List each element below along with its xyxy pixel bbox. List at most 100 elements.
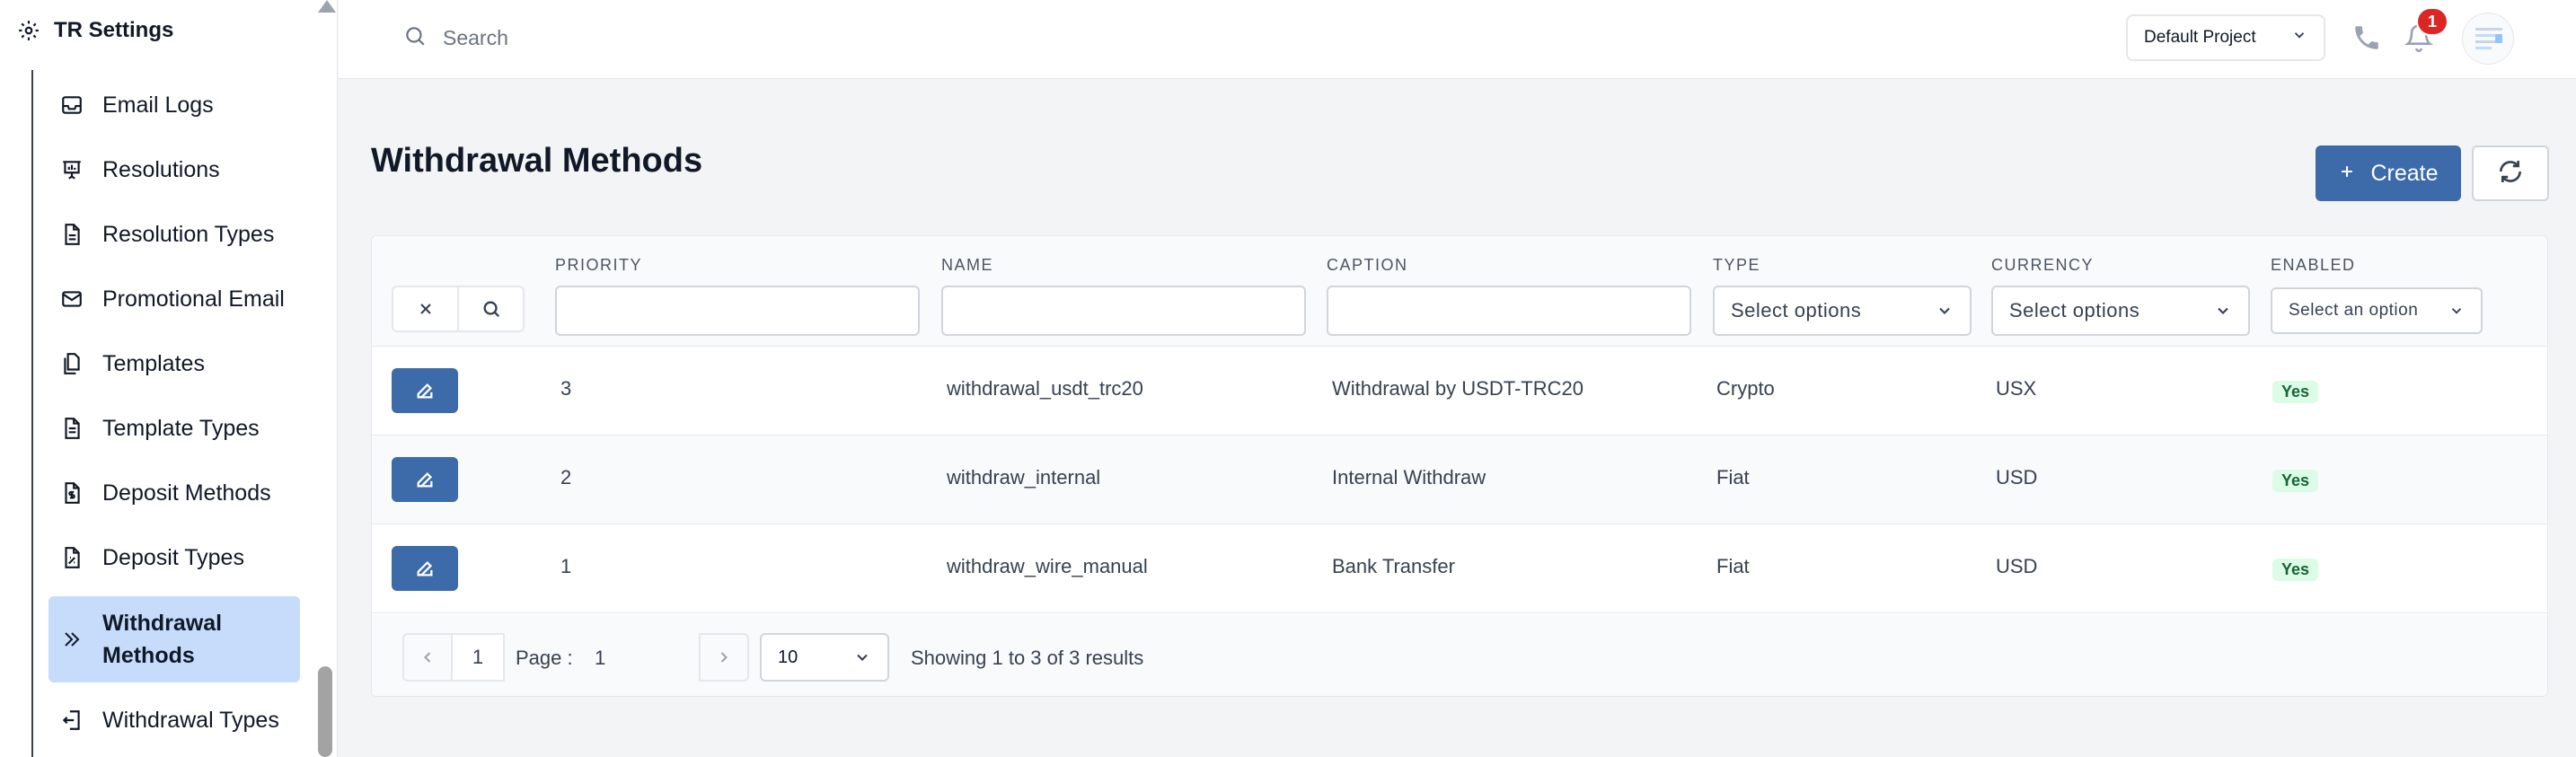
sidebar-item-label: Template Types: [102, 415, 260, 441]
enabled-filter-placeholder: Select an option: [2289, 301, 2419, 320]
caption-filter-input[interactable]: [1327, 286, 1691, 336]
column-header-currency[interactable]: CURRENCY: [1991, 256, 2094, 275]
gear-icon: [16, 18, 41, 43]
sidebar-item-resolution-types[interactable]: Resolution Types: [49, 207, 300, 261]
sidebar-item-templates[interactable]: Templates: [49, 337, 300, 391]
type-cell: Crypto: [1716, 377, 1775, 400]
caption-cell: Internal Withdraw: [1332, 466, 1486, 489]
column-header-priority[interactable]: PRIORITY: [555, 256, 642, 275]
page-title: Withdrawal Methods: [371, 142, 703, 180]
search-icon: [483, 301, 499, 318]
type-cell: Fiat: [1716, 466, 1750, 489]
filter-actions: [392, 286, 525, 332]
create-button[interactable]: Create: [2316, 145, 2461, 201]
sidebar-item-label: Deposit Methods: [102, 480, 271, 506]
page-input[interactable]: 1: [595, 647, 605, 670]
results-info: Showing 1 to 3 of 3 results: [911, 647, 1144, 669]
enabled-badge: Yes: [2272, 470, 2319, 492]
search-input[interactable]: Search: [443, 26, 508, 50]
edit-button[interactable]: [392, 457, 458, 502]
table-header: PRIORITY NAME CAPTION TYPE CURRENCY ENAB…: [372, 236, 2547, 347]
chevron-double-right-icon: [59, 627, 84, 652]
sidebar-header[interactable]: TR Settings: [16, 13, 173, 48]
enabled-badge: Yes: [2272, 381, 2319, 403]
sidebar-tree-line: [31, 70, 33, 757]
currency-cell: USD: [1996, 555, 2038, 577]
sidebar-item-label: Templates: [102, 350, 205, 376]
column-header-enabled[interactable]: ENABLED: [2271, 256, 2356, 275]
sidebar-item-label: Email Logs: [102, 92, 214, 118]
sidebar: TR Settings Email Logs Resolutions Resol…: [0, 0, 338, 757]
project-select[interactable]: Default Project: [2126, 14, 2325, 61]
next-page-button[interactable]: [699, 633, 749, 682]
sidebar-item-deposit-types[interactable]: Deposit Types: [49, 531, 300, 585]
sidebar-item-resolutions[interactable]: Resolutions: [49, 143, 300, 197]
type-filter-select[interactable]: Select options: [1713, 286, 1972, 336]
edit-icon: [417, 560, 433, 577]
notification-badge: 1: [2416, 7, 2448, 36]
sidebar-title: TR Settings: [54, 18, 174, 42]
search-bar[interactable]: Search: [403, 20, 508, 56]
sidebar-item-email-logs[interactable]: Email Logs: [49, 78, 300, 132]
caption-cell: Bank Transfer: [1332, 555, 1455, 577]
create-button-label: Create: [2370, 160, 2439, 186]
avatar[interactable]: [2462, 13, 2514, 65]
search-icon: [403, 24, 427, 52]
page-label: Page :: [516, 647, 573, 669]
edit-icon: [417, 383, 433, 399]
column-header-type[interactable]: TYPE: [1713, 256, 1760, 275]
sidebar-item-label: Withdrawal Types: [102, 707, 279, 733]
sidebar-item-label: Promotional Email: [102, 286, 285, 312]
chevron-right-icon: [720, 652, 728, 663]
current-page-number[interactable]: 1: [451, 633, 505, 682]
chevron-down-icon: [2218, 307, 2228, 314]
table-row: 2 withdraw_internal Internal Withdraw Fi…: [372, 436, 2547, 524]
priority-cell: 3: [560, 377, 572, 400]
sidebar-item-deposit-methods[interactable]: Deposit Methods: [49, 466, 300, 520]
currency-filter-select[interactable]: Select options: [1991, 286, 2250, 336]
scrollbar-thumb[interactable]: [318, 666, 332, 757]
withdrawal-methods-table: PRIORITY NAME CAPTION TYPE CURRENCY ENAB…: [371, 235, 2548, 697]
priority-cell: 2: [560, 466, 572, 489]
apply-filters-button[interactable]: [459, 287, 523, 330]
refresh-icon: [2496, 157, 2525, 190]
column-header-name[interactable]: NAME: [941, 256, 993, 275]
chevron-down-icon: [1939, 307, 1950, 314]
priority-filter-input[interactable]: [555, 286, 920, 336]
document-chart-icon: [59, 545, 84, 570]
previous-page-button[interactable]: [402, 633, 453, 682]
refresh-button[interactable]: [2472, 145, 2549, 201]
phone-icon[interactable]: [2349, 20, 2385, 56]
name-cell: withdraw_wire_manual: [947, 555, 1148, 577]
currency-cell: USX: [1996, 377, 2037, 400]
pagination: 1 Page : 1 10 Showing 1 to 3 of 3 result…: [372, 614, 2547, 696]
priority-cell: 1: [560, 555, 572, 577]
scroll-up-arrow-icon[interactable]: [318, 0, 336, 13]
table-row: 3 withdrawal_usdt_trc20 Withdrawal by US…: [372, 347, 2547, 436]
sidebar-item-promotional-email[interactable]: Promotional Email: [49, 272, 300, 326]
chevron-down-icon: [2291, 27, 2307, 48]
clear-filters-button[interactable]: [393, 287, 459, 330]
sidebar-item-label: Deposit Types: [102, 544, 244, 570]
documents-icon: [59, 351, 84, 376]
column-header-caption[interactable]: CAPTION: [1327, 256, 1408, 275]
type-cell: Fiat: [1716, 555, 1750, 577]
sidebar-item-label: Withdrawal Methods: [102, 611, 223, 668]
enabled-badge: Yes: [2272, 559, 2319, 581]
page-size-select[interactable]: 10: [760, 633, 889, 682]
edit-icon: [417, 471, 433, 488]
currency-cell: USD: [1996, 466, 2038, 489]
edit-button[interactable]: [392, 546, 458, 591]
chevron-down-icon: [2451, 308, 2462, 314]
close-icon: [419, 304, 431, 314]
sidebar-item-withdrawal-methods[interactable]: Withdrawal Methods: [49, 596, 300, 682]
envelope-icon: [59, 286, 84, 312]
sidebar-item-template-types[interactable]: Template Types: [49, 401, 300, 455]
enabled-filter-select[interactable]: Select an option: [2271, 287, 2483, 334]
name-filter-input[interactable]: [941, 286, 1306, 336]
project-select-value: Default Project: [2144, 28, 2256, 47]
arrow-left-on-rectangle-icon: [59, 708, 84, 733]
sidebar-scrollbar[interactable]: [316, 0, 336, 757]
edit-button[interactable]: [392, 368, 458, 413]
sidebar-item-withdrawal-types[interactable]: Withdrawal Types: [49, 693, 300, 747]
